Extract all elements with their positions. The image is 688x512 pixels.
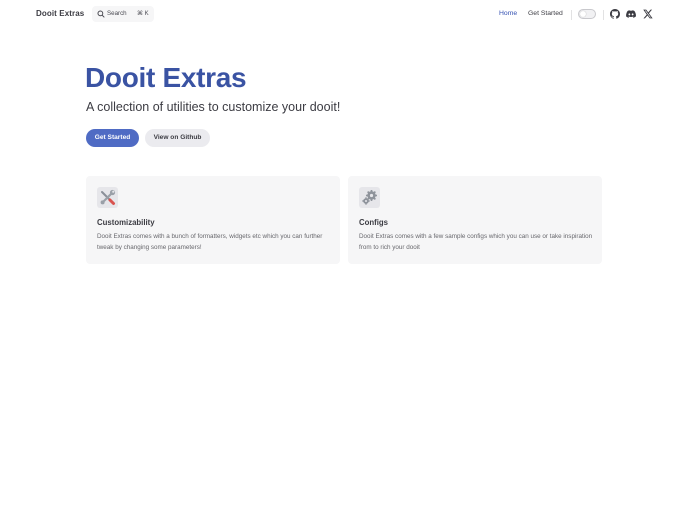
site-brand-link[interactable]: Dooit Extras — [36, 9, 84, 18]
feature-title: Configs — [359, 218, 389, 227]
search-shortcut: ⌘ K — [137, 11, 149, 17]
feature-icon-box — [97, 187, 118, 208]
gears-icon — [362, 190, 377, 205]
get-started-button[interactable]: Get Started — [86, 129, 139, 147]
view-on-github-button[interactable]: View on Github — [145, 129, 210, 147]
search-label: Search — [107, 10, 127, 17]
top-navbar: Dooit Extras Search ⌘ K Home Get Started — [0, 0, 688, 28]
feature-icon-box — [359, 187, 380, 208]
theme-toggle[interactable] — [578, 9, 596, 19]
nav-divider — [571, 10, 572, 20]
discord-icon[interactable] — [626, 9, 636, 19]
feature-description: Dooit Extras comes with a bunch of forma… — [97, 233, 323, 251]
feature-title: Customizability — [97, 218, 155, 227]
tools-icon — [100, 189, 116, 205]
nav-divider — [603, 10, 604, 20]
hero-title: Dooit Extras — [85, 62, 247, 93]
hero-tagline: A collection of utilities to customize y… — [86, 100, 341, 114]
feature-description: Dooit Extras comes with a few sample con… — [359, 233, 593, 251]
nav-link-get-started[interactable]: Get Started — [528, 10, 563, 17]
feature-card-customizability: Customizability Dooit Extras comes with … — [86, 176, 340, 264]
search-icon — [97, 10, 105, 18]
search-button[interactable]: Search ⌘ K — [92, 6, 154, 22]
feature-card-configs: Configs Dooit Extras comes with a few sa… — [348, 176, 602, 264]
theme-toggle-knob — [580, 11, 586, 17]
x-icon[interactable] — [643, 9, 653, 19]
nav-link-home[interactable]: Home — [499, 10, 517, 17]
github-icon[interactable] — [610, 9, 620, 19]
